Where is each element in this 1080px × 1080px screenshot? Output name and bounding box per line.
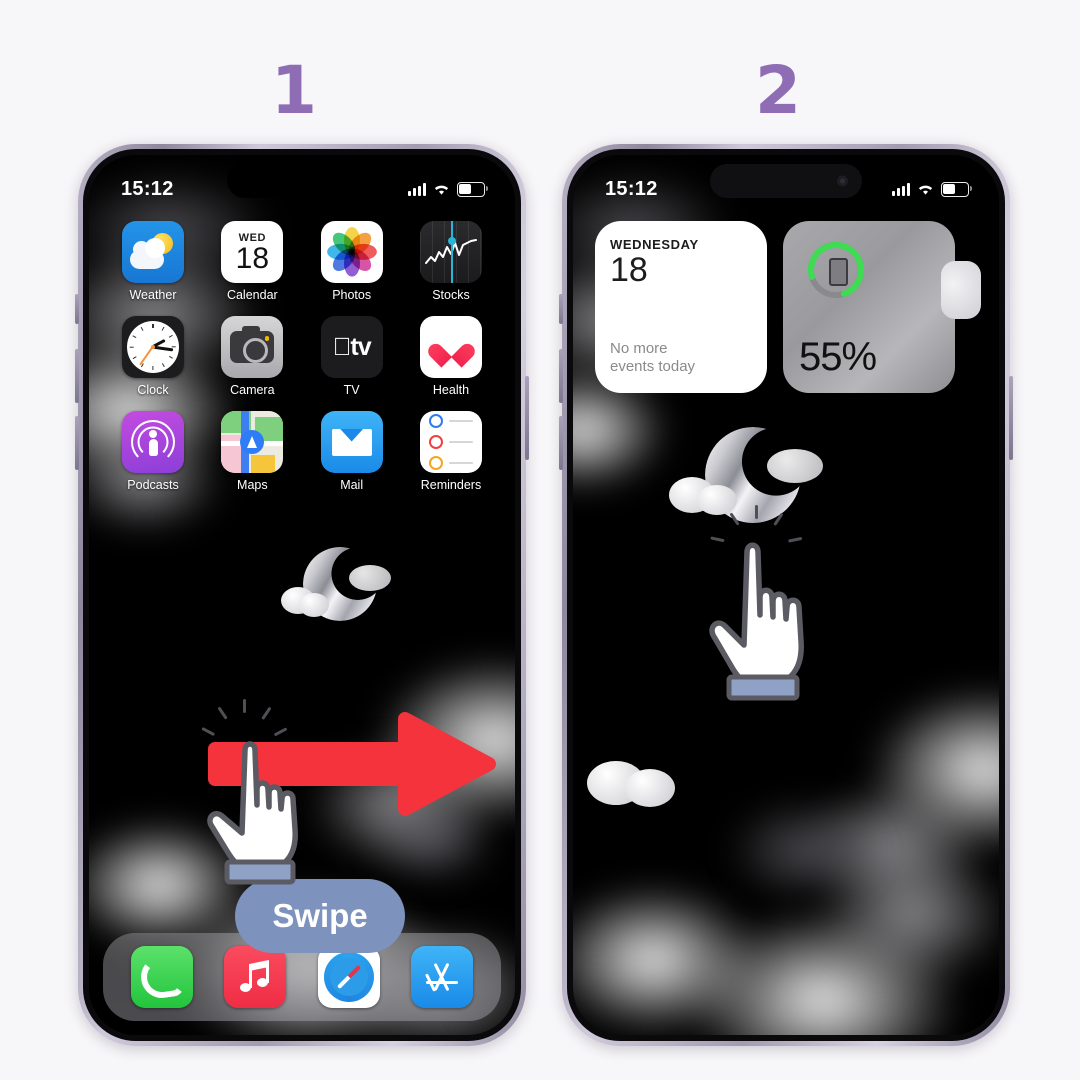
- widget-day: 18: [610, 251, 648, 289]
- status-indicators-2: [892, 181, 972, 197]
- battery-icon: [457, 181, 488, 197]
- power-button-2[interactable]: [1009, 376, 1013, 460]
- music-icon[interactable]: [224, 946, 287, 1008]
- app-row-1: Weather WED 18 Calendar Photos Stocks: [111, 221, 493, 302]
- camera-icon: [221, 316, 284, 378]
- wifi-icon: [918, 185, 933, 195]
- app-label: Mail: [340, 478, 364, 492]
- wifi-icon: [434, 185, 449, 195]
- step-number-1: 1: [271, 52, 317, 129]
- volume-down-button-2[interactable]: [559, 416, 563, 470]
- app-reminders[interactable]: Reminders: [409, 411, 493, 492]
- battery-widget[interactable]: 55%: [783, 221, 981, 393]
- mail-icon: [320, 411, 383, 473]
- health-icon: [419, 316, 482, 378]
- app-label: Photos: [332, 288, 372, 302]
- app-maps[interactable]: Maps: [210, 411, 294, 492]
- status-bar-1: 15:12: [89, 155, 515, 209]
- app-store-icon[interactable]: [411, 946, 474, 1008]
- widget-plug-decoration: [941, 261, 981, 319]
- widget-row: WEDNESDAY 18 No more events today 55%: [595, 221, 981, 393]
- apple-tv-glyph: tv: [333, 332, 372, 361]
- calendar-icon: WED 18: [221, 221, 284, 283]
- volume-down-button[interactable]: [75, 416, 79, 470]
- status-indicators: [408, 181, 488, 197]
- app-camera[interactable]: Camera: [210, 316, 294, 397]
- mute-switch-2[interactable]: [559, 294, 563, 324]
- volume-up-button[interactable]: [75, 349, 79, 403]
- calendar-day: 18: [235, 242, 270, 276]
- battery-icon: [941, 181, 972, 197]
- phone-mockup-2: 15:12 WEDNESDAY 18 No more events today …: [559, 144, 1013, 1046]
- phone-bezel-2: 15:12 WEDNESDAY 18 No more events today …: [567, 149, 1005, 1041]
- battery-ring: [805, 239, 867, 301]
- cloud-decoration: [625, 769, 675, 807]
- app-tv[interactable]: tv TV: [310, 316, 394, 397]
- app-row-2: Clock Camera tv TV: [111, 316, 493, 397]
- action-label: Swipe: [272, 897, 368, 934]
- tv-icon: tv: [320, 316, 383, 378]
- battery-percent: 55%: [799, 335, 877, 379]
- app-label: Clock: [137, 383, 169, 397]
- weather-icon: [122, 221, 184, 283]
- app-row-3: Podcasts Maps Mail Reminders: [111, 411, 493, 492]
- power-button[interactable]: [525, 376, 529, 460]
- app-label: Maps: [237, 478, 268, 492]
- stocks-icon: [419, 221, 482, 283]
- app-mail[interactable]: Mail: [310, 411, 394, 492]
- status-bar-2: 15:12: [573, 155, 999, 209]
- app-label: Weather: [129, 288, 177, 302]
- app-health[interactable]: Health: [409, 316, 493, 397]
- tutorial-canvas: 1 2 15:12 Weather WED 18 Calendar Photos…: [0, 0, 1080, 1080]
- widget-events-text: No more events today: [610, 339, 696, 376]
- app-label: Camera: [230, 383, 275, 397]
- home-screen-2: 15:12 WEDNESDAY 18 No more events today …: [573, 155, 999, 1035]
- app-grid-1: Weather WED 18 Calendar Photos Stocks Cl…: [89, 221, 515, 506]
- widget-weekday: WEDNESDAY: [610, 237, 699, 252]
- hand-cursor-swipe: [199, 733, 349, 898]
- signal-bars-icon: [892, 182, 910, 196]
- app-weather[interactable]: Weather: [111, 221, 195, 302]
- photos-icon: [320, 221, 383, 283]
- hand-cursor-hold: [701, 537, 851, 712]
- reminders-icon: [419, 411, 482, 473]
- iphone-icon: [828, 258, 848, 286]
- app-label: Calendar: [226, 288, 278, 302]
- status-time-2: 15:12: [605, 177, 658, 200]
- app-calendar[interactable]: WED 18 Calendar: [210, 221, 294, 302]
- mute-switch[interactable]: [75, 294, 79, 324]
- app-stocks[interactable]: Stocks: [409, 221, 493, 302]
- app-label: Reminders: [420, 478, 482, 492]
- phone-icon[interactable]: [130, 946, 193, 1008]
- app-label: Health: [432, 383, 470, 397]
- app-label: Podcasts: [127, 478, 179, 492]
- app-clock[interactable]: Clock: [111, 316, 195, 397]
- podcasts-icon: [122, 411, 184, 473]
- app-photos[interactable]: Photos: [310, 221, 394, 302]
- app-podcasts[interactable]: Podcasts: [111, 411, 195, 492]
- app-label: TV: [343, 383, 360, 397]
- clock-icon: [122, 316, 184, 378]
- phone-bezel-1: 15:12 Weather WED 18 Calendar Photos Sto…: [83, 149, 521, 1041]
- signal-bars-icon: [408, 182, 426, 196]
- status-time: 15:12: [121, 177, 174, 200]
- home-screen-1: 15:12 Weather WED 18 Calendar Photos Sto…: [89, 155, 515, 1035]
- maps-icon: [221, 411, 284, 473]
- phone-mockup-1: 15:12 Weather WED 18 Calendar Photos Sto…: [75, 144, 529, 1046]
- step-number-2: 2: [755, 52, 801, 129]
- volume-up-button-2[interactable]: [559, 349, 563, 403]
- calendar-widget[interactable]: WEDNESDAY 18 No more events today: [595, 221, 767, 393]
- safari-icon[interactable]: [317, 946, 380, 1008]
- app-label: Stocks: [432, 288, 470, 302]
